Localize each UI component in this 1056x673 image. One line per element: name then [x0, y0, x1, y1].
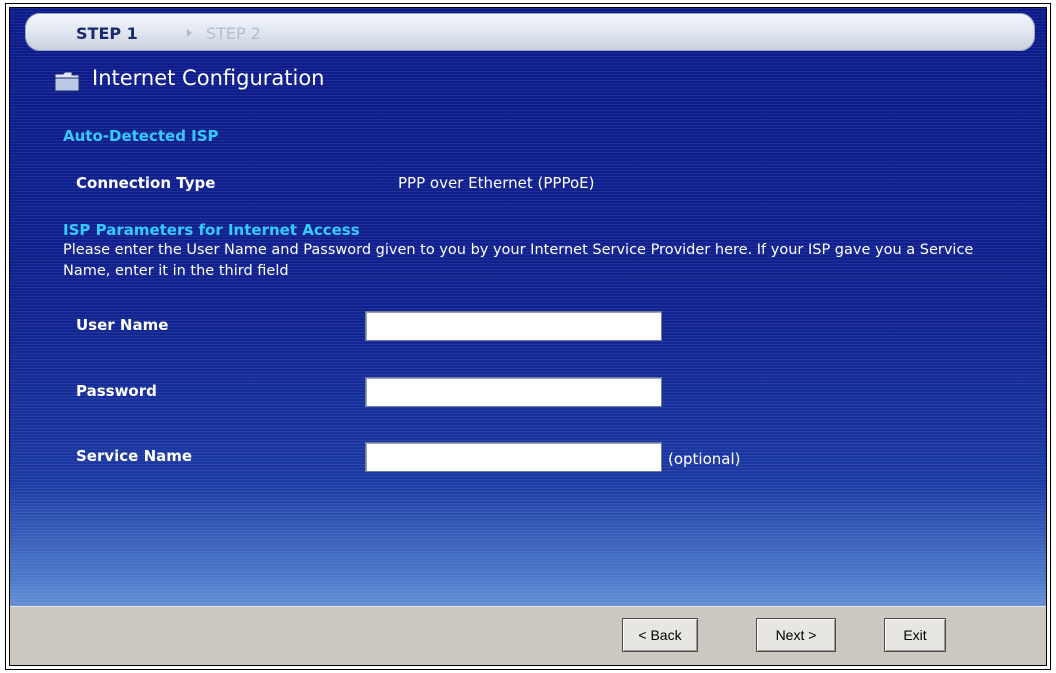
optional-note: (optional)	[668, 450, 741, 468]
isp-parameters-heading: ISP Parameters for Internet Access	[63, 221, 360, 239]
page-title: Internet Configuration	[92, 66, 325, 90]
button-bar: < Back Next > Exit	[10, 606, 1046, 665]
auto-detected-isp-heading: Auto-Detected ISP	[63, 127, 219, 145]
isp-parameters-description: Please enter the User Name and Password …	[63, 242, 974, 279]
connection-type-value: PPP over Ethernet (PPPoE)	[398, 174, 595, 192]
service-name-label: Service Name	[76, 447, 193, 465]
step-arrow-icon	[187, 29, 192, 37]
connection-type-label: Connection Type	[76, 174, 216, 192]
user-name-label: User Name	[76, 316, 169, 334]
password-label: Password	[76, 382, 157, 400]
next-button[interactable]: Next >	[756, 618, 836, 652]
exit-button[interactable]: Exit	[884, 618, 946, 652]
folder-icon	[54, 71, 80, 92]
step-1-label: STEP 1	[76, 24, 138, 43]
password-input[interactable]	[365, 377, 662, 407]
wizard-panel: STEP 1 STEP 2 Internet Configuration Aut…	[9, 7, 1047, 666]
service-name-input[interactable]	[365, 442, 662, 472]
step-2-label: STEP 2	[206, 24, 261, 43]
user-name-input[interactable]	[365, 311, 662, 341]
step-progress-bar: STEP 1 STEP 2	[25, 13, 1035, 51]
wizard-window: STEP 1 STEP 2 Internet Configuration Aut…	[5, 3, 1051, 670]
back-button[interactable]: < Back	[622, 618, 698, 652]
